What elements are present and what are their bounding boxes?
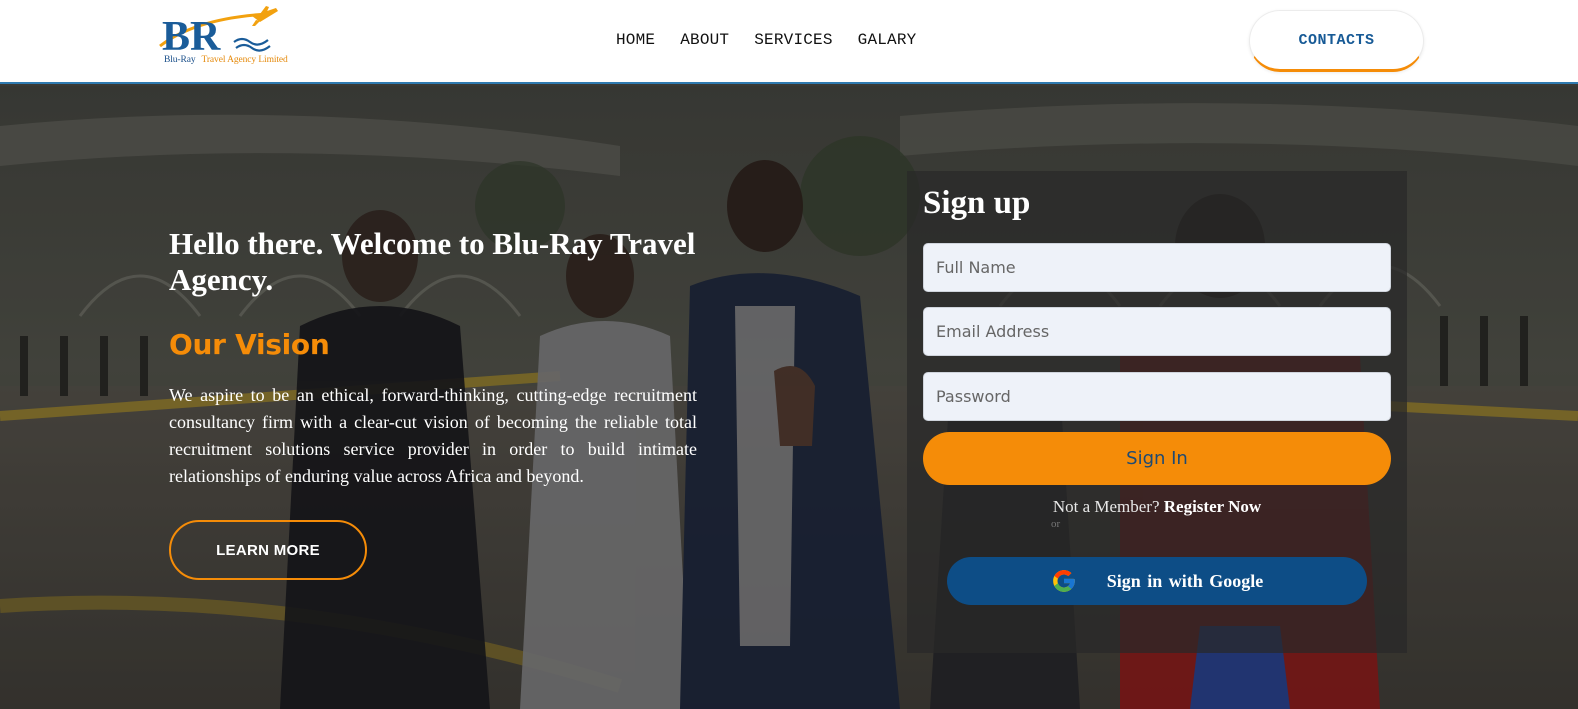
google-sign-in-button[interactable]: Sign in with Google <box>947 557 1367 605</box>
learn-more-button[interactable]: LEARN MORE <box>169 520 367 580</box>
site-header: BR Blu-Ray Travel Agency Limited HOME ABO… <box>0 0 1578 84</box>
contacts-button[interactable]: CONTACTS <box>1249 10 1424 72</box>
google-icon <box>1052 570 1075 592</box>
signup-title: Sign up <box>923 185 1031 221</box>
email-input[interactable] <box>923 307 1391 356</box>
logo-tagline: Blu-Ray Travel Agency Limited <box>164 55 288 65</box>
google-button-label: Sign in with Google <box>1106 570 1264 591</box>
or-divider-text: or <box>1051 518 1061 530</box>
tagline-rest: Travel Agency Limited <box>201 55 288 65</box>
main-nav: HOME ABOUT SERVICES GALARY <box>616 31 941 49</box>
nav-galary[interactable]: GALARY <box>858 31 917 49</box>
register-prompt: Not a Member? Register Now <box>907 497 1407 517</box>
svg-text:BR: BR <box>162 14 221 60</box>
sign-in-button[interactable]: Sign In <box>923 432 1391 485</box>
welcome-heading: Hello there. Welcome to Blu-Ray Travel A… <box>169 226 696 297</box>
password-input[interactable] <box>923 372 1391 421</box>
register-now-link[interactable]: Register Now <box>1164 497 1261 516</box>
nav-about[interactable]: ABOUT <box>680 31 729 49</box>
tagline-name: Blu-Ray <box>164 55 196 65</box>
vision-heading: Our Vision <box>169 328 330 361</box>
vision-text: We aspire to be an ethical, forward-thin… <box>169 385 697 486</box>
nav-home[interactable]: HOME <box>616 31 655 49</box>
not-member-text: Not a Member? <box>1052 497 1160 516</box>
signup-panel: Sign up Sign In Not a Member? Register N… <box>907 171 1407 653</box>
full-name-input[interactable] <box>923 243 1391 292</box>
nav-services[interactable]: SERVICES <box>754 31 832 49</box>
